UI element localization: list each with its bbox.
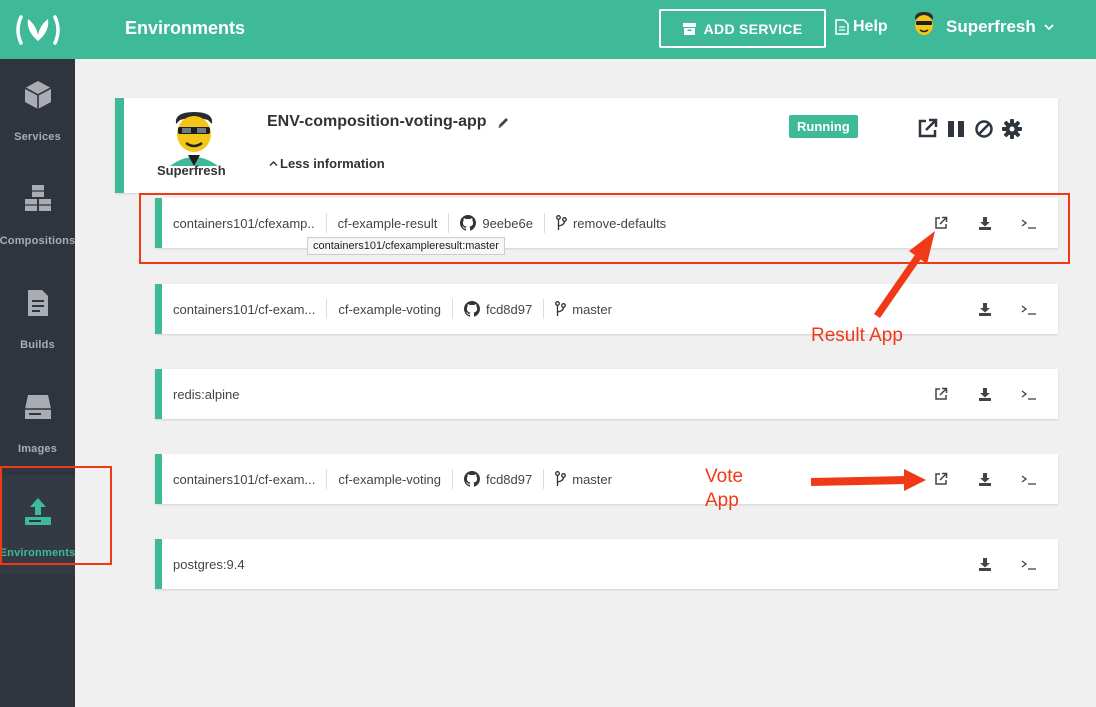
sidebar-item-label: Environments (0, 547, 76, 559)
codefresh-logo[interactable] (0, 0, 75, 59)
sidebar-item-label: Services (14, 131, 61, 143)
help-label: Help (853, 18, 888, 35)
sidebar-item-label: Builds (20, 339, 55, 351)
add-service-label: ADD SERVICE (703, 20, 803, 37)
download-icon[interactable] (978, 387, 992, 401)
download-icon[interactable] (978, 216, 992, 230)
sidebar-item-environments[interactable]: Environments (0, 475, 75, 575)
chevron-up-icon (269, 160, 278, 167)
chevron-down-icon (1044, 24, 1054, 31)
drive-icon (23, 389, 53, 425)
service-row: redis:alpine (155, 369, 1058, 419)
user-menu[interactable]: Superfresh (910, 11, 1054, 43)
environment-owner: Superfresh (157, 163, 226, 178)
file-icon (835, 19, 849, 35)
vote-app-annotation-line1: Vote (705, 466, 744, 487)
environment-avatar (170, 112, 218, 166)
box-icon (682, 22, 696, 35)
terminal-icon[interactable] (1021, 472, 1037, 486)
sidebar-item-builds[interactable]: Builds (0, 267, 75, 367)
avatar (913, 12, 935, 43)
service-actions (162, 454, 1065, 504)
service-row: containers101/cf-exam... cf-example-voti… (155, 284, 1058, 334)
sidebar-item-label: Compositions (0, 235, 76, 247)
less-information-label: Less information (280, 156, 385, 171)
stop-icon[interactable] (974, 119, 994, 139)
download-icon[interactable] (978, 302, 992, 316)
terminal-icon[interactable] (1021, 387, 1037, 401)
sidebar-item-images[interactable]: Images (0, 371, 75, 471)
open-external-icon[interactable] (934, 216, 948, 230)
terminal-icon[interactable] (1021, 302, 1037, 316)
service-actions (162, 539, 1065, 589)
sidebar: Services Compositions Builds Images Envi… (0, 0, 75, 707)
user-name: Superfresh (946, 17, 1036, 36)
logo-icon (15, 14, 60, 45)
gear-icon[interactable] (1002, 118, 1022, 139)
top-header: Environments ADD SERVICE Help Superfresh (75, 0, 1096, 59)
status-badge: Running (789, 115, 858, 138)
service-row: containers101/cfexamp.. cf-example-resul… (155, 198, 1058, 248)
page-title: Environments (125, 18, 246, 38)
pencil-icon[interactable] (497, 116, 510, 129)
service-row: postgres:9.4 (155, 539, 1058, 589)
cubes-icon (22, 181, 54, 217)
document-icon (26, 285, 50, 321)
open-external-icon[interactable] (934, 472, 948, 486)
image-tooltip: containers101/cfexampleresult:master (307, 237, 505, 255)
cube-icon (23, 77, 53, 113)
download-icon[interactable] (978, 557, 992, 571)
service-row: containers101/cf-exam... cf-example-voti… (155, 454, 1058, 504)
result-app-annotation: Result App (811, 325, 903, 346)
less-information-toggle[interactable]: Less information (269, 156, 385, 171)
pause-icon[interactable] (946, 119, 966, 139)
environment-actions (917, 118, 1022, 139)
sidebar-item-compositions[interactable]: Compositions (0, 163, 75, 263)
sidebar-item-label: Images (17, 443, 58, 455)
open-external-icon[interactable] (917, 118, 938, 139)
sidebar-item-services[interactable]: Services (0, 59, 75, 159)
open-external-icon[interactable] (934, 387, 948, 401)
add-service-button[interactable]: ADD SERVICE (659, 9, 826, 48)
terminal-icon[interactable] (1021, 216, 1037, 230)
help-link[interactable]: Help (835, 18, 888, 36)
service-actions (162, 284, 1065, 334)
upload-icon (22, 493, 54, 529)
environment-card: Superfresh ENV-composition-voting-app Le… (115, 98, 1058, 193)
vote-app-annotation-line2: App (705, 490, 739, 511)
environment-name-text: ENV-composition-voting-app (267, 113, 487, 130)
service-actions (162, 198, 1065, 248)
download-icon[interactable] (978, 472, 992, 486)
terminal-icon[interactable] (1021, 557, 1037, 571)
service-actions (162, 369, 1065, 419)
environment-name: ENV-composition-voting-app (267, 113, 510, 131)
